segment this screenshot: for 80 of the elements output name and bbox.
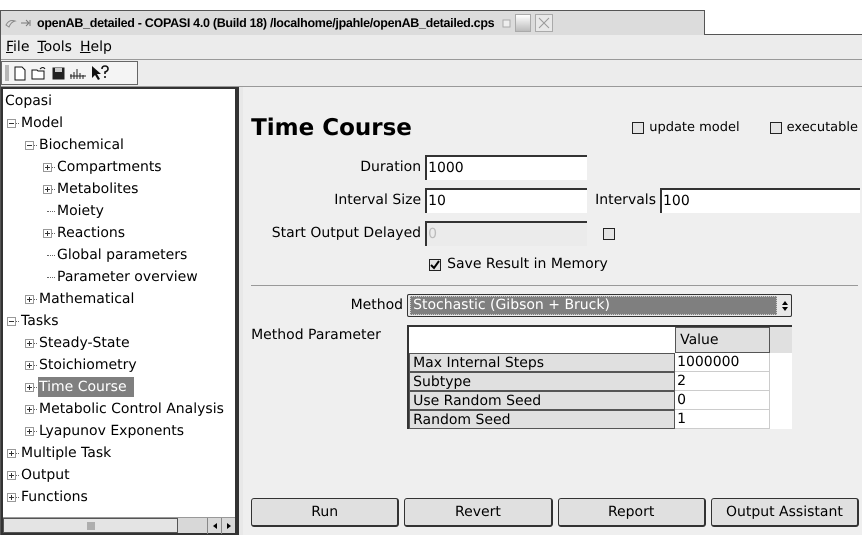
page-title: Time Course	[251, 114, 413, 143]
field-label: Method Parameter	[251, 326, 382, 345]
tree-item[interactable]: Biochemical	[38, 135, 125, 155]
table-cell: 1000000	[675, 353, 770, 372]
button[interactable]: Run	[251, 498, 400, 527]
row-header[interactable]: Max Internal Steps	[409, 353, 676, 372]
collapse-icon[interactable]	[7, 316, 16, 326]
checkbox[interactable]	[429, 258, 442, 270]
tree-item[interactable]: Mathematical	[38, 289, 136, 309]
app-icon	[5, 18, 17, 28]
button[interactable]: Report	[558, 498, 706, 527]
field-label: Start Output Delayed	[270, 224, 422, 243]
expand-icon[interactable]	[25, 382, 34, 392]
expand-icon[interactable]	[43, 184, 52, 194]
input-field[interactable]: 100	[660, 188, 860, 213]
tree-item[interactable]: Metabolic Control Analysis	[38, 399, 225, 419]
new-file-icon[interactable]	[14, 66, 26, 80]
expand-icon[interactable]	[43, 228, 52, 238]
table-cell: 1	[675, 410, 770, 429]
expand-icon[interactable]	[7, 448, 16, 458]
checkbox[interactable]	[632, 122, 644, 134]
button[interactable]: Output Assistant	[710, 498, 860, 527]
save-icon[interactable]	[52, 66, 65, 80]
expand-icon[interactable]	[25, 338, 34, 348]
field-label: Method	[350, 296, 404, 315]
checkbox-label: update model	[649, 119, 740, 138]
field-label: Intervals	[595, 191, 656, 210]
expand-icon[interactable]	[43, 162, 52, 172]
tree-item[interactable]: Steady-State	[38, 333, 131, 353]
tree-item[interactable]: Compartments	[56, 157, 163, 177]
tree-item[interactable]: Time Course	[38, 377, 134, 397]
expand-icon[interactable]	[25, 294, 34, 304]
table-cell: 0	[675, 391, 770, 410]
tree-item[interactable]: Metabolites	[56, 179, 140, 199]
window-title: openAB_detailed - COPASI 4.0 (Build 18) /localhome/jpahle/openAB_detailed.cps	[37, 14, 494, 32]
table-cell: 2	[675, 372, 770, 391]
row-header[interactable]: Use Random Seed	[409, 391, 676, 410]
button[interactable]: Revert	[404, 498, 553, 527]
open-folder-icon[interactable]	[31, 66, 47, 80]
field-label: Duration	[359, 158, 422, 177]
field-label: Interval Size	[333, 191, 422, 210]
scrollbar-thumb[interactable]	[3, 518, 178, 533]
dropdown[interactable]: Stochastic (Gibson + Bruck)	[407, 294, 792, 317]
checkbox[interactable]	[770, 122, 782, 134]
row-header[interactable]: Random Seed	[409, 410, 676, 429]
menu-item[interactable]: File	[5, 36, 30, 58]
tree-item[interactable]: Reactions	[56, 223, 126, 243]
expand-icon[interactable]	[7, 492, 16, 502]
tree-item[interactable]: Output	[20, 465, 71, 485]
network-icon[interactable]	[70, 66, 86, 80]
menu-item[interactable]: Help	[78, 36, 113, 58]
tree-item[interactable]: Copasi	[3, 90, 52, 112]
table-header-background	[770, 327, 792, 353]
tree-item[interactable]: Parameter overview	[56, 267, 199, 287]
tree-item[interactable]: Global parameters	[56, 245, 188, 265]
menu-item[interactable]: Tools	[36, 36, 73, 58]
dropdown-value: Stochastic (Gibson + Bruck)	[410, 296, 778, 315]
checkbox-label: executable	[786, 119, 858, 138]
tree-item[interactable]: Functions	[20, 487, 89, 507]
tree-item[interactable]: Stoichiometry	[38, 355, 138, 375]
column-header[interactable]: Value	[675, 327, 770, 353]
toolbar-grip-icon	[5, 65, 9, 81]
expand-icon[interactable]	[25, 404, 34, 414]
collapse-icon[interactable]	[7, 118, 16, 128]
input-field[interactable]: 10	[425, 188, 588, 213]
expand-icon[interactable]	[25, 426, 34, 436]
expand-icon[interactable]	[25, 360, 34, 370]
checkbox-label: Save Result in Memory	[447, 255, 608, 274]
tree-item[interactable]: Tasks	[20, 311, 60, 331]
tree-item[interactable]: Multiple Task	[20, 443, 112, 463]
expand-icon[interactable]	[7, 470, 16, 480]
pin-icon[interactable]	[21, 18, 33, 28]
row-header[interactable]: Subtype	[409, 372, 676, 391]
tree-item[interactable]: Lyapunov Exponents	[38, 421, 186, 441]
tree-item[interactable]: Model	[20, 113, 64, 133]
help-pointer-icon[interactable]	[91, 65, 109, 81]
tree-item[interactable]: Moiety	[56, 201, 105, 221]
horizontal-scrollbar[interactable]	[3, 517, 236, 533]
collapse-icon[interactable]	[25, 140, 34, 150]
input-field[interactable]: 1000	[425, 155, 588, 180]
